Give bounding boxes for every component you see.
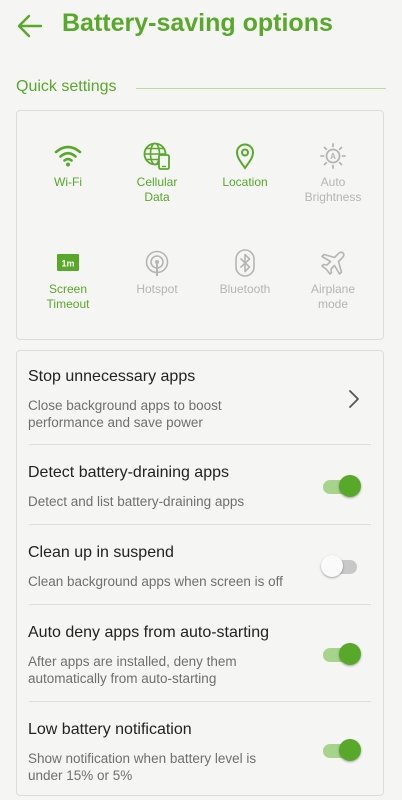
qs-label-wifi: Wi-Fi — [54, 175, 82, 189]
setting-detect-battery-draining-apps[interactable]: Detect battery-draining apps Detect and … — [17, 445, 383, 525]
qs-label-cellular-data: Cellular Data — [136, 175, 178, 204]
setting-stop-unnecessary-apps[interactable]: Stop unnecessary apps Close background a… — [17, 351, 383, 445]
setting-title: Stop unnecessary apps — [28, 368, 196, 385]
qs-label-auto-brightness: Auto Brightness — [304, 175, 362, 204]
qs-label-location: Location — [222, 175, 268, 189]
quick-settings-header: Quick settings — [16, 78, 386, 98]
hotspot-icon — [145, 250, 169, 276]
toggle-switch[interactable] — [321, 642, 361, 666]
wifi-icon — [54, 145, 82, 167]
app-header: Battery-saving options — [0, 0, 402, 56]
svg-text:A: A — [330, 152, 336, 161]
setting-subtitle: Detect and list battery-draining apps — [28, 494, 245, 509]
qs-tile-wifi[interactable]: Wi-Fi — [22, 141, 114, 231]
toggle-thumb — [339, 643, 361, 665]
section-title: Quick settings — [16, 78, 125, 96]
toggle-switch[interactable] — [321, 474, 361, 498]
qs-tile-airplane-mode[interactable]: Airplane mode — [287, 248, 379, 338]
setting-subtitle: Close background apps to boost performan… — [28, 398, 222, 430]
setting-auto-deny-auto-start[interactable]: Auto deny apps from auto-starting After … — [17, 605, 383, 702]
toggle-switch[interactable] — [321, 554, 361, 578]
toggle-thumb — [321, 555, 343, 577]
qs-tile-hotspot[interactable]: Hotspot — [111, 248, 203, 338]
setting-subtitle: Show notification when battery level is … — [28, 751, 257, 783]
qs-tile-bluetooth[interactable]: Bluetooth — [199, 248, 291, 338]
setting-title: Clean up in suspend — [28, 544, 174, 561]
setting-clean-up-in-suspend[interactable]: Clean up in suspend Clean background app… — [17, 525, 383, 605]
toggle-switch[interactable] — [321, 738, 361, 762]
setting-title: Auto deny apps from auto-starting — [28, 624, 270, 641]
qs-label-screen-timeout: Screen Timeout — [46, 282, 90, 311]
section-divider — [136, 88, 386, 89]
airplane-icon — [321, 251, 345, 275]
setting-subtitle: Clean background apps when screen is off — [28, 574, 283, 589]
setting-title: Detect battery-draining apps — [28, 464, 229, 481]
chevron-right-icon — [349, 390, 359, 408]
screen-timeout-badge: 1m — [61, 259, 74, 269]
auto-brightness-icon: A — [320, 143, 346, 169]
toggle-thumb — [339, 739, 361, 761]
page-title: Battery-saving options — [62, 9, 333, 37]
qs-label-bluetooth: Bluetooth — [219, 282, 271, 296]
screen-timeout-icon: 1m — [57, 254, 79, 271]
setting-low-battery-notification[interactable]: Low battery notification Show notificati… — [17, 702, 383, 795]
qs-tile-cellular-data[interactable]: Cellular Data — [111, 141, 203, 231]
setting-subtitle: After apps are installed, deny them auto… — [28, 654, 237, 686]
bluetooth-icon — [235, 249, 255, 277]
arrow-left-icon[interactable] — [16, 12, 44, 40]
qs-label-hotspot: Hotspot — [136, 282, 178, 296]
qs-tile-auto-brightness[interactable]: A Auto Brightness — [287, 141, 379, 231]
toggle-thumb — [339, 475, 361, 497]
qs-tile-location[interactable]: Location — [199, 141, 291, 231]
setting-title: Low battery notification — [28, 721, 192, 738]
cellular-data-icon — [143, 142, 170, 170]
settings-list: Stop unnecessary apps Close background a… — [16, 350, 384, 796]
location-icon — [235, 143, 255, 170]
quick-settings-grid: Wi-Fi Cellular Data Location A Auto Brig… — [16, 110, 384, 340]
qs-tile-screen-timeout[interactable]: 1m Screen Timeout — [22, 248, 114, 338]
qs-label-airplane-mode: Airplane mode — [310, 282, 356, 311]
